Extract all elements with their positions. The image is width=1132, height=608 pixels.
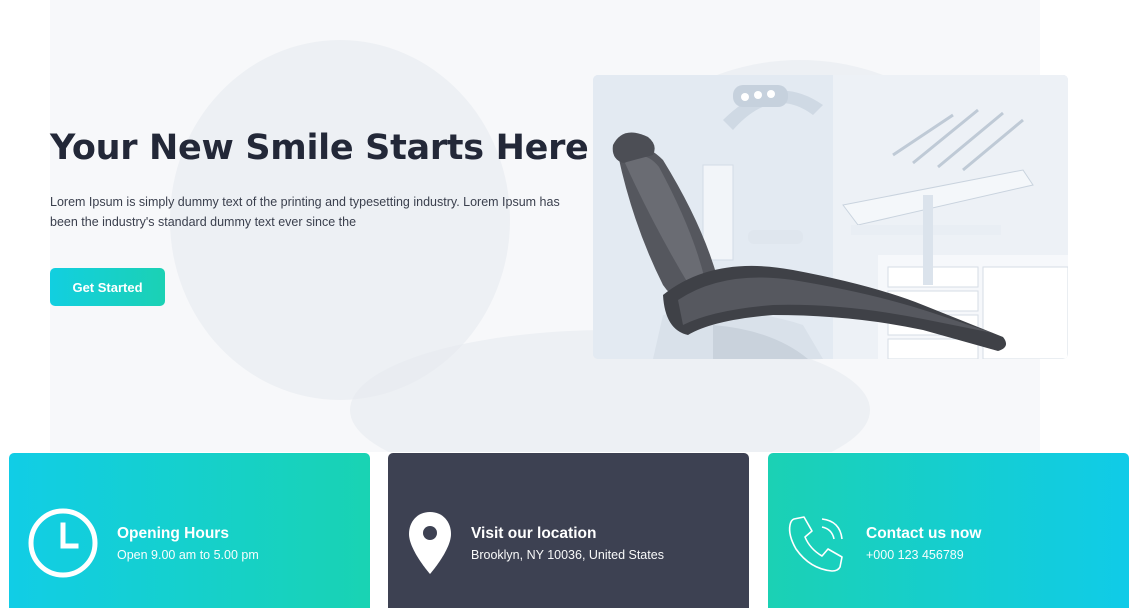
dental-chair-image: [593, 75, 1068, 359]
phone-icon: [788, 516, 843, 572]
location-title: Visit our location: [471, 525, 597, 542]
location-address: Brooklyn, NY 10036, United States: [471, 548, 664, 562]
hero-description: Lorem Ipsum is simply dummy text of the …: [50, 195, 560, 229]
location-card: Visit our location Brooklyn, NY 10036, U…: [388, 453, 749, 608]
opening-hours-card: Opening Hours Open 9.00 am to 5.00 pm: [9, 453, 370, 608]
map-pin-icon: [409, 512, 451, 574]
hero-title: Your New Smile Starts Here: [50, 128, 589, 168]
dental-chair-illustration: [593, 75, 1068, 359]
clock-icon: [28, 508, 98, 578]
hero-text-block: Your New Smile Starts Here Lorem Ipsum i…: [50, 124, 589, 232]
get-started-button[interactable]: Get Started: [50, 268, 165, 306]
contact-phone[interactable]: +000 123 456789: [866, 548, 964, 562]
opening-hours-text: Open 9.00 am to 5.00 pm: [117, 548, 259, 562]
contact-card: Contact us now +000 123 456789: [768, 453, 1129, 608]
opening-hours-title: Opening Hours: [117, 525, 229, 542]
contact-title: Contact us now: [866, 525, 982, 542]
